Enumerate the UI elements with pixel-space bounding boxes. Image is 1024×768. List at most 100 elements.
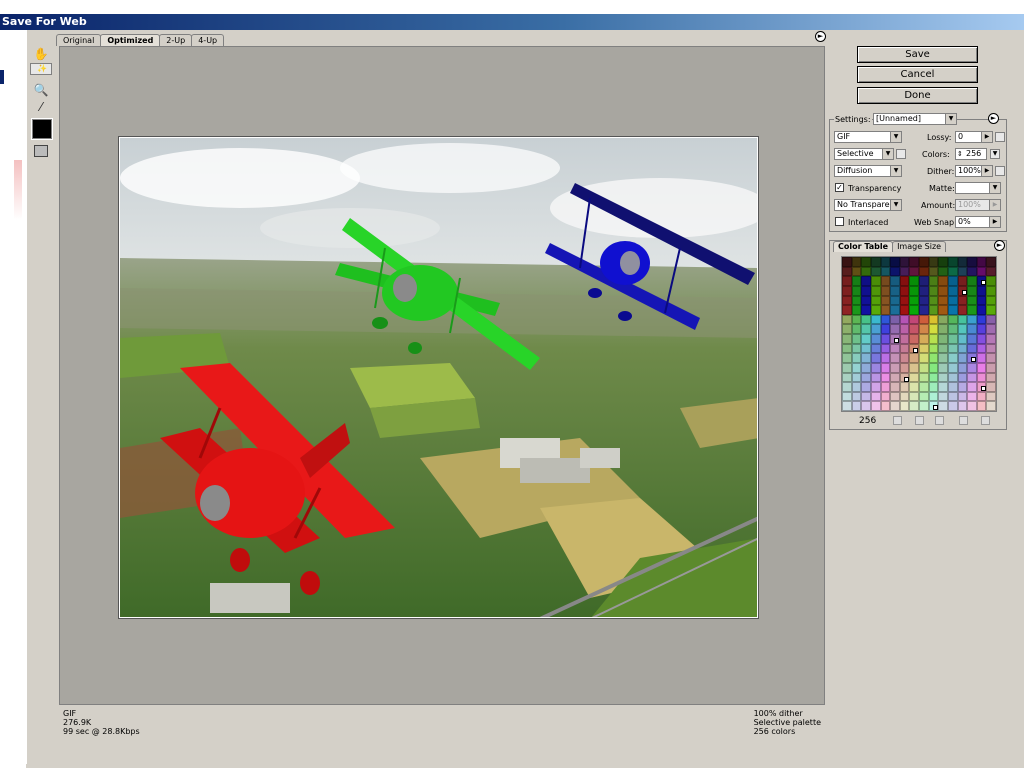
lock-color-icon[interactable] [935, 416, 944, 425]
transparency-dither-select[interactable]: No Transparen... ▼ [834, 199, 902, 211]
color-swatch[interactable] [909, 276, 919, 286]
color-swatch[interactable] [870, 353, 881, 363]
color-swatch[interactable] [976, 285, 987, 296]
color-swatch[interactable] [928, 401, 939, 411]
color-swatch[interactable] [861, 343, 871, 354]
color-swatch[interactable] [861, 276, 871, 286]
color-swatch[interactable] [870, 285, 881, 296]
color-swatch[interactable] [947, 362, 958, 373]
color-swatch[interactable] [851, 285, 862, 296]
dither-mask-icon[interactable] [995, 166, 1005, 176]
color-swatch[interactable] [909, 257, 919, 267]
dither-algorithm-select[interactable]: Diffusion ▼ [834, 165, 902, 177]
color-swatch[interactable] [861, 295, 871, 306]
color-swatch[interactable] [890, 266, 900, 277]
color-swatch[interactable] [976, 257, 987, 267]
color-swatch[interactable] [899, 391, 910, 402]
color-swatch[interactable] [909, 266, 919, 277]
color-swatch[interactable] [928, 285, 939, 296]
color-swatch[interactable] [890, 276, 900, 286]
color-swatch[interactable] [851, 343, 862, 354]
eyedropper-color-swatch[interactable] [31, 118, 53, 140]
color-swatch[interactable] [861, 382, 871, 392]
color-swatch[interactable] [967, 372, 977, 383]
color-swatch[interactable] [928, 295, 939, 306]
hand-tool-icon[interactable]: ✋ [30, 45, 52, 63]
color-swatch[interactable] [928, 391, 939, 402]
color-swatch[interactable] [890, 372, 900, 383]
color-swatch[interactable] [919, 285, 929, 296]
done-button[interactable]: Done [857, 87, 978, 104]
color-swatch[interactable] [967, 266, 977, 277]
color-swatch[interactable] [842, 324, 852, 334]
color-swatch[interactable] [928, 305, 939, 315]
color-swatch[interactable] [928, 314, 939, 325]
color-swatch[interactable] [947, 266, 958, 277]
color-swatch[interactable] [842, 266, 852, 277]
color-swatch[interactable] [899, 276, 910, 286]
color-swatch[interactable] [928, 343, 939, 354]
color-swatch[interactable] [957, 266, 968, 277]
color-swatch[interactable] [861, 353, 871, 363]
color-swatch[interactable] [861, 314, 871, 325]
color-swatch[interactable] [842, 305, 852, 315]
color-swatch[interactable] [880, 401, 891, 411]
palette-mask-icon[interactable] [896, 149, 906, 159]
color-swatch[interactable] [938, 353, 948, 363]
color-swatch[interactable] [909, 353, 919, 363]
color-swatch[interactable] [947, 334, 958, 344]
color-swatch[interactable] [870, 257, 881, 267]
color-swatch[interactable] [890, 353, 900, 363]
color-swatch[interactable] [976, 391, 987, 402]
color-swatch[interactable] [967, 401, 977, 411]
tab-color-table[interactable]: Color Table [833, 241, 894, 252]
color-swatch[interactable] [861, 401, 871, 411]
color-swatch[interactable] [842, 382, 852, 392]
color-swatch[interactable] [870, 362, 881, 373]
color-swatch[interactable] [938, 295, 948, 306]
lossy-input[interactable]: 0 ▶ [955, 131, 993, 143]
preview-menu-icon[interactable]: ► [815, 31, 826, 42]
color-swatch[interactable] [967, 382, 977, 392]
color-swatch[interactable] [909, 324, 919, 334]
color-swatch[interactable] [928, 276, 939, 286]
color-swatch[interactable] [899, 362, 910, 373]
color-swatch[interactable] [957, 295, 968, 306]
tab-original[interactable]: Original [56, 34, 102, 46]
color-swatch[interactable] [976, 372, 987, 383]
color-swatch[interactable] [880, 295, 891, 306]
color-swatch[interactable] [967, 343, 977, 354]
color-swatch[interactable] [947, 372, 958, 383]
color-swatch[interactable] [938, 391, 948, 402]
color-swatch[interactable] [928, 324, 939, 334]
color-swatch[interactable] [899, 305, 910, 315]
color-swatch[interactable] [890, 382, 900, 392]
color-swatch[interactable] [890, 305, 900, 315]
color-swatch[interactable] [919, 276, 929, 286]
color-swatch[interactable] [890, 314, 900, 325]
color-swatch[interactable] [909, 362, 919, 373]
color-swatch[interactable] [947, 391, 958, 402]
color-swatch[interactable] [967, 362, 977, 373]
tab-image-size[interactable]: Image Size [892, 241, 947, 252]
color-swatch[interactable] [842, 314, 852, 325]
color-swatch[interactable] [851, 305, 862, 315]
color-swatch[interactable] [880, 382, 891, 392]
color-swatch[interactable] [919, 362, 929, 373]
color-swatch[interactable] [947, 401, 958, 411]
save-button[interactable]: Save [857, 46, 978, 63]
color-swatch[interactable] [938, 382, 948, 392]
color-swatch[interactable] [870, 382, 881, 392]
zoom-tool-icon[interactable]: 🔍 [30, 81, 52, 99]
color-swatch[interactable] [890, 257, 900, 267]
lossy-mask-icon[interactable] [995, 132, 1005, 142]
color-swatch[interactable] [842, 276, 852, 286]
color-swatch[interactable] [880, 353, 891, 363]
slice-select-tool-icon[interactable]: ✨ [30, 63, 52, 75]
image-preview-area[interactable] [59, 46, 825, 705]
color-swatch[interactable] [986, 401, 996, 411]
color-swatch[interactable] [851, 382, 862, 392]
web-shift-icon[interactable] [915, 416, 924, 425]
color-swatch[interactable] [928, 382, 939, 392]
color-swatch[interactable] [861, 334, 871, 344]
